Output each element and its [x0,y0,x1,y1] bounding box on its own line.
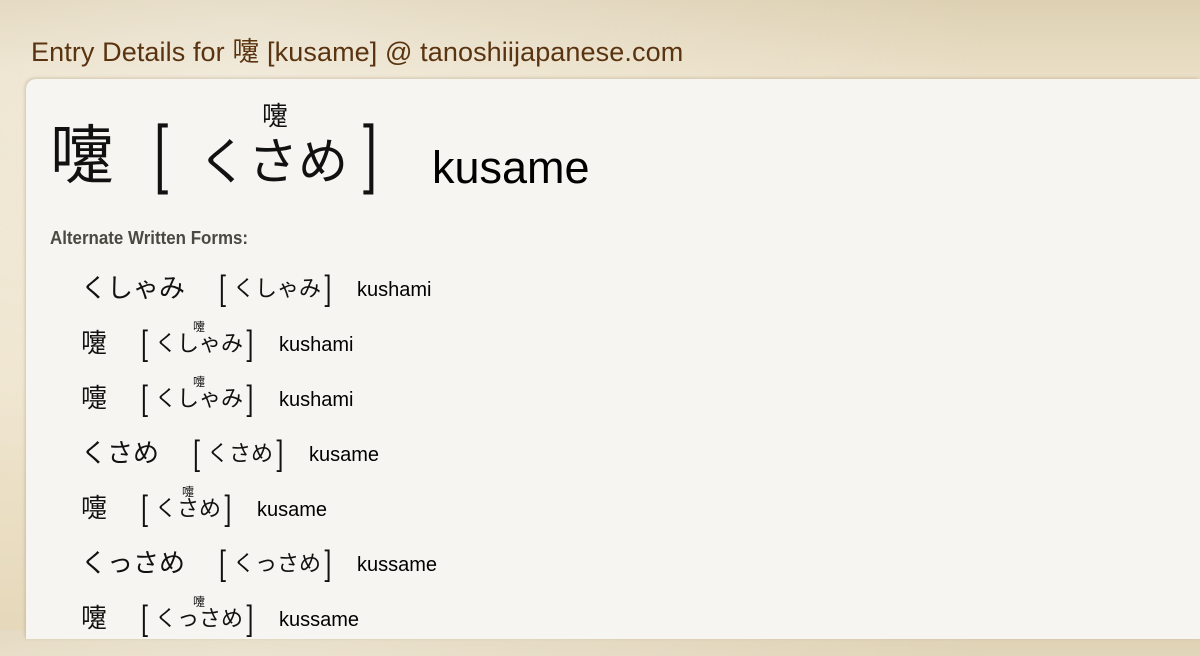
alternate-reading: くさめ [155,497,222,522]
alternate-form-row: 嚔[くしゃみ嚔] kushami [26,321,926,381]
alternate-close-bracket: ] [223,490,232,531]
alternate-reading: くしゃみ [155,387,244,412]
alternate-forms-heading: Alternate Written Forms: [50,228,249,248]
alternate-close-bracket: ] [245,380,254,421]
alternate-written-form: 嚏 [81,494,108,524]
alternate-form-row: くさめ[くさめ] kusame [26,435,926,491]
entry-card: 嚔 [ 嚔 くさめ ] kusame Alternate Written For… [26,79,1200,639]
alternate-reading: くしゃみ [155,332,244,357]
alternate-open-bracket: [ [141,325,150,366]
alternate-ruby: 嚔 [193,320,206,334]
entry-close-bracket: ] [360,110,378,203]
alternate-form-row: くしゃみ[くしゃみ] kushami [26,270,926,326]
alternate-close-bracket: ] [323,270,332,311]
alternate-form-row: 嚏[くさめ嚏] kusame [26,486,926,546]
alternate-reading: くっさめ [233,552,322,577]
alternate-ruby: 嚔 [193,595,206,609]
alternate-written-form: くしゃみ [81,274,186,304]
entry-ruby: 嚔 [262,102,289,132]
alternate-written-form: くさめ [81,439,160,469]
entry-reading: くさめ [198,133,348,191]
alternate-reading: くしゃみ [233,277,322,302]
alternate-open-bracket: [ [141,490,150,531]
alternate-romaji: kusame [257,499,328,521]
alternate-open-bracket: [ [141,600,150,641]
alternate-form-row: 嚏[くしゃみ嚏] kushami [26,376,926,436]
alternate-romaji: kussame [357,554,438,576]
alternate-open-bracket: [ [141,380,150,421]
alternate-close-bracket: ] [245,600,254,641]
alternate-romaji: kussame [279,609,360,631]
alternate-ruby: 嚏 [193,375,206,389]
alternate-written-form: 嚏 [81,384,108,414]
alternate-written-form: くっさめ [81,549,186,579]
alternate-reading: くっさめ [155,607,244,632]
alternate-close-bracket: ] [245,325,254,366]
alternate-written-form: 嚔 [81,329,108,359]
alternate-written-form: 嚔 [81,604,108,634]
alternate-romaji: kushami [357,279,432,301]
alternate-form-row: くっさめ[くっさめ] kussame [26,545,926,601]
alternate-open-bracket: [ [219,270,228,311]
alternate-close-bracket: ] [323,545,332,586]
alternate-romaji: kushami [279,389,354,411]
alternate-romaji: kushami [279,334,354,356]
alternate-close-bracket: ] [275,435,284,476]
entry-open-bracket: [ [154,110,172,203]
alternate-reading: くさめ [207,442,274,467]
alternate-open-bracket: [ [193,435,202,476]
alternate-romaji: kusame [309,444,380,466]
alternate-open-bracket: [ [219,545,228,586]
entry-romaji: kusame [432,142,590,193]
alternate-form-row: 嚔[くっさめ嚔] kussame [26,596,926,656]
page-title: Entry Details for 嚔 [kusame] @ tanoshiij… [31,37,684,67]
alternate-ruby: 嚏 [182,485,195,499]
entry-written-form: 嚔 [50,120,114,194]
